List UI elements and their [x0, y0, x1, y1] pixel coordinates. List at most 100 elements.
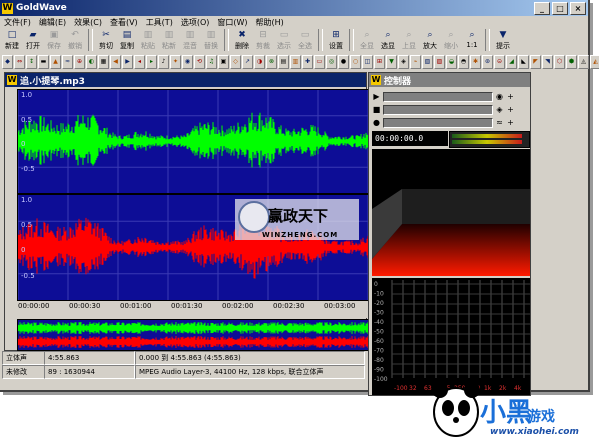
select-all-icon: ▭	[300, 30, 310, 40]
overview-waveform[interactable]	[17, 319, 372, 351]
effect-tool-icon[interactable]: ▼	[386, 55, 397, 69]
balance-up-icon[interactable]: +	[506, 105, 515, 114]
volume-up-icon[interactable]: +	[506, 92, 515, 101]
effect-tool-icon[interactable]: ⟲	[194, 55, 205, 69]
effect-tool-icon[interactable]: ◇	[230, 55, 241, 69]
menu-tools[interactable]: 工具(T)	[142, 16, 177, 29]
effect-tool-icon[interactable]: ◐	[86, 55, 97, 69]
effect-tool-icon[interactable]: ▭	[314, 55, 325, 69]
effect-tool-icon[interactable]: ✦	[170, 55, 181, 69]
effect-tool-icon[interactable]: ▧	[422, 55, 433, 69]
effect-tool-icon[interactable]: ⊗	[266, 55, 277, 69]
toolbar-button[interactable]: ▥ 替换	[201, 29, 221, 52]
effect-tool-icon[interactable]: ⌁	[410, 55, 421, 69]
effect-tool-icon[interactable]: ▲	[50, 55, 61, 69]
close-button[interactable]: ×	[570, 2, 586, 15]
menu-options[interactable]: 选项(O)	[177, 16, 214, 29]
menu-window[interactable]: 窗口(W)	[213, 16, 251, 29]
undo-icon: ↶	[71, 30, 79, 40]
effect-tool-icon[interactable]: ◤	[530, 55, 541, 69]
effect-tool-icon[interactable]: ▤	[278, 55, 289, 69]
toolbar-button[interactable]: ⌕ 1:1	[462, 29, 482, 52]
effect-tool-icon[interactable]: ○	[350, 55, 361, 69]
effect-tool-icon[interactable]: ◭	[590, 55, 599, 69]
effect-tool-icon[interactable]: ▦	[98, 55, 109, 69]
effect-tool-icon[interactable]: ♫	[206, 55, 217, 69]
effect-tool-icon[interactable]: ▶	[122, 55, 133, 69]
effect-tool-icon[interactable]: ✚	[302, 55, 313, 69]
toolbar-button[interactable]: ▤ 复制	[117, 29, 137, 52]
toolbar-button[interactable]: ✂ 剪切	[96, 29, 116, 52]
effect-tool-icon[interactable]: ↗	[242, 55, 253, 69]
stop-icon[interactable]: ■	[372, 105, 381, 114]
effect-tool-icon[interactable]: ◈	[398, 55, 409, 69]
left-channel-waveform[interactable]: 1.0 0.5 0 -0.5	[17, 89, 372, 194]
toolbar-button[interactable]: ⌕ 缩小	[441, 29, 461, 52]
speed-slider[interactable]	[383, 117, 493, 128]
menu-help[interactable]: 帮助(H)	[252, 16, 288, 29]
effect-tool-icon[interactable]: ▣	[218, 55, 229, 69]
menu-effects[interactable]: 效果(C)	[70, 16, 106, 29]
play-icon[interactable]: ▶	[372, 92, 381, 101]
toolbar-button[interactable]: □ 新建	[2, 29, 22, 52]
effect-tool-icon[interactable]: ●	[338, 55, 349, 69]
effect-tool-icon[interactable]: ⊕	[74, 55, 85, 69]
menu-file[interactable]: 文件(F)	[0, 16, 35, 29]
time-ruler[interactable]: 00:00:00 00:00:30 00:01:00 00:01:30 00:0…	[17, 301, 370, 318]
toolbar-button[interactable]: ↶ 撤销	[65, 29, 85, 52]
status-format: MPEG Audio Layer-3, 44100 Hz, 128 kbps, …	[135, 365, 365, 379]
effect-tool-icon[interactable]: ▬	[38, 55, 49, 69]
effect-tool-icon[interactable]: ⬢	[566, 55, 577, 69]
effect-tool-icon[interactable]: ▥	[290, 55, 301, 69]
effect-tool-icon[interactable]: ♪	[158, 55, 169, 69]
effect-tool-icon[interactable]: ◆	[2, 55, 13, 69]
toolbar-button[interactable]: ▭ 选示	[274, 29, 294, 52]
balance-slider[interactable]	[383, 104, 493, 115]
toolbar-button[interactable]: ▥ 粘贴	[138, 29, 158, 52]
minimize-button[interactable]: _	[534, 2, 550, 15]
effect-tool-icon[interactable]: ⇔	[14, 55, 25, 69]
effect-tool-icon[interactable]: ⬡	[554, 55, 565, 69]
effect-tool-icon[interactable]: ◎	[326, 55, 337, 69]
effect-tool-icon[interactable]: ◑	[254, 55, 265, 69]
menu-view[interactable]: 查看(V)	[106, 16, 142, 29]
toolbar-button[interactable]: ⌕ 上显	[399, 29, 419, 52]
speed-icon: ≈	[496, 118, 503, 127]
toolbar-button[interactable]: ▭ 全选	[295, 29, 315, 52]
toolbar-button[interactable]: ✖ 删除	[232, 29, 252, 52]
effect-tool-icon[interactable]: ◒	[446, 55, 457, 69]
toolbar-button[interactable]: ▥ 粘新	[159, 29, 179, 52]
toolbar-button[interactable]: ▣ 保存	[44, 29, 64, 52]
effect-tool-icon[interactable]: ⊝	[494, 55, 505, 69]
record-icon[interactable]: ●	[372, 118, 381, 127]
effect-tool-icon[interactable]: ◥	[542, 55, 553, 69]
toolbar-button[interactable]: ⌕ 全显	[357, 29, 377, 52]
toolbar-button[interactable]: ▥ 混音	[180, 29, 200, 52]
effect-tool-icon[interactable]: ◉	[182, 55, 193, 69]
toolbar-button[interactable]: ▼ 提示	[493, 29, 513, 52]
effect-tool-icon[interactable]: ◢	[506, 55, 517, 69]
effect-tool-icon[interactable]: ◀	[110, 55, 121, 69]
toolbar-button[interactable]: ⊟ 剪裁	[253, 29, 273, 52]
toolbar-button[interactable]: ⊞ 设置	[326, 29, 346, 52]
volume-slider[interactable]	[383, 91, 493, 102]
effect-tool-icon[interactable]: ↕	[26, 55, 37, 69]
effect-tool-icon[interactable]: ⊛	[482, 55, 493, 69]
maximize-button[interactable]: □	[552, 2, 568, 15]
toolbar-button[interactable]: ▰ 打开	[23, 29, 43, 52]
effect-tool-icon[interactable]: ◫	[362, 55, 373, 69]
speed-up-icon[interactable]: +	[506, 118, 515, 127]
effect-tool-icon[interactable]: ≈	[62, 55, 73, 69]
effect-tool-icon[interactable]: ◂	[134, 55, 145, 69]
toolbar-button[interactable]: ⌕ 放大	[420, 29, 440, 52]
menu-edit[interactable]: 编辑(E)	[35, 16, 70, 29]
effect-tool-icon[interactable]: ◓	[458, 55, 469, 69]
effect-tool-icon[interactable]: ◣	[518, 55, 529, 69]
toolbar-button[interactable]: ⌕ 选显	[378, 29, 398, 52]
effect-tool-icon[interactable]: ▨	[434, 55, 445, 69]
toolbar-button-label: 1:1	[466, 41, 478, 49]
effect-tool-icon[interactable]: ◬	[578, 55, 589, 69]
effect-tool-icon[interactable]: ✱	[470, 55, 481, 69]
effect-tool-icon[interactable]: ▸	[146, 55, 157, 69]
effect-tool-icon[interactable]: ⊞	[374, 55, 385, 69]
